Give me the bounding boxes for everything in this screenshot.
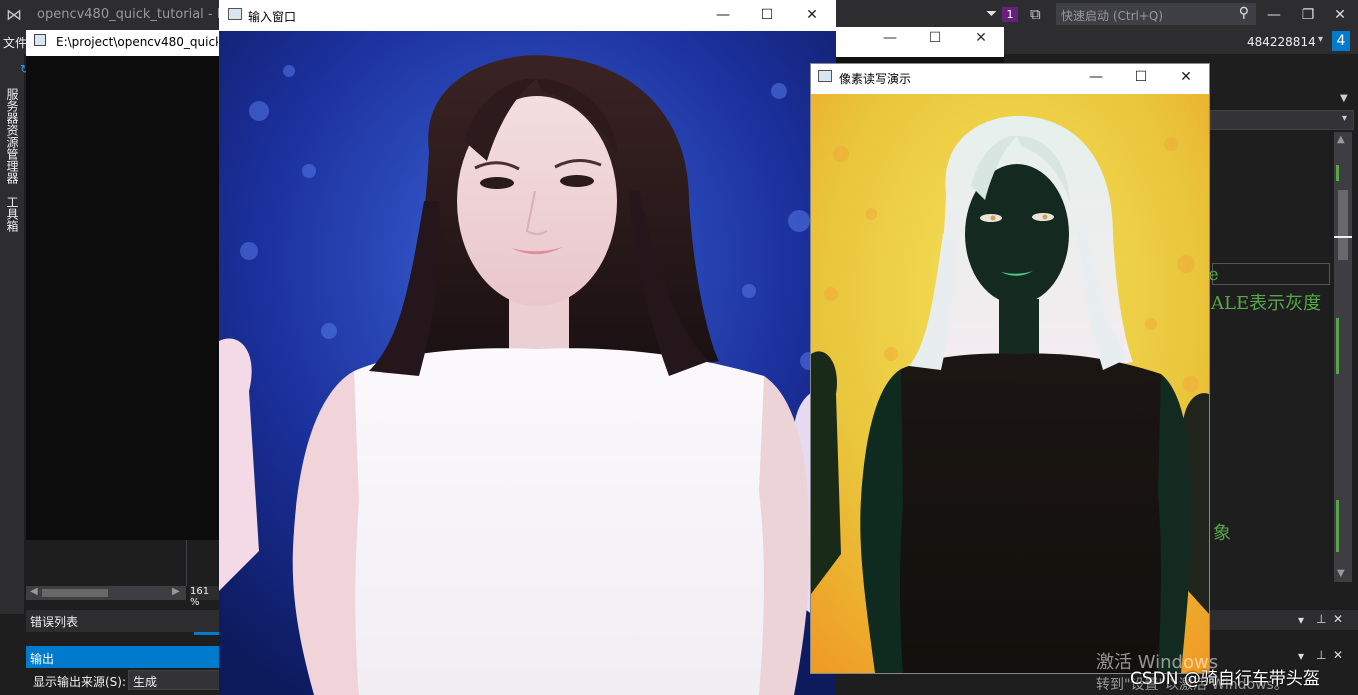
chevron-down-icon[interactable]: ▾ [1298,649,1304,663]
scrollbar-thumb[interactable] [42,589,108,597]
scroll-right-icon[interactable]: ▶ [172,586,180,597]
pin-icon[interactable]: ⊥ [1316,648,1326,662]
vs-minimize-button[interactable]: — [1260,4,1288,26]
change-marker [1336,165,1339,181]
code-comment: ALE表示灰度 [1211,293,1322,314]
code-comment: 象 [1213,523,1231,544]
csdn-watermark: CSDN @骑自行车带头盔 [1130,669,1320,689]
close-icon[interactable]: ✕ [1333,648,1343,662]
pixel-demo-window-title: 像素读写演示 [839,72,912,86]
scroll-down-icon[interactable]: ▼ [1337,568,1345,579]
divider [186,540,187,586]
chevron-down-icon[interactable]: ▾ [1318,34,1323,45]
tab-server-explorer[interactable]: 服务器资源管理器 [4,88,21,184]
zoom-level[interactable]: 161 % [190,586,220,608]
menu-file[interactable]: 文件 [3,34,27,51]
editor-area [26,540,220,586]
scrollbar-thumb[interactable] [1338,190,1348,260]
window-icon [818,70,832,82]
minimize-button[interactable]: — [1081,67,1111,87]
bg-maximize-button[interactable]: ☐ [923,30,947,46]
search-icon[interactable]: ⚲ [1239,5,1249,21]
inverted-image [811,94,1209,673]
scroll-left-icon[interactable]: ◀ [30,586,38,597]
tab-toolbox[interactable]: 工具箱 [4,196,21,232]
close-icon[interactable]: ✕ [1333,612,1343,626]
close-button[interactable]: ✕ [1171,67,1201,87]
tab-underline [194,632,220,635]
change-marker [1336,318,1339,374]
vs-restore-button[interactable]: ❐ [1294,4,1322,26]
scroll-position-marker [1334,236,1352,238]
change-marker [1336,500,1339,552]
member-dropdown[interactable] [1210,110,1354,130]
quick-launch-placeholder: 快速启动 (Ctrl+Q) [1061,9,1164,23]
user-badge[interactable]: 4 [1332,31,1350,51]
chevron-down-icon[interactable]: ▾ [1298,613,1304,627]
maximize-button[interactable]: ☐ [1126,67,1156,87]
output-source-select[interactable]: 生成 [128,670,220,690]
portrait-photo [219,31,836,695]
input-window-title: 输入窗口 [248,10,297,24]
input-image [219,31,836,695]
user-account[interactable]: 484228814 [1247,35,1316,49]
highlighted-line [1212,263,1330,285]
error-list-label: 错误列表 [30,615,79,629]
console-body [26,56,220,540]
close-button[interactable]: ✕ [797,5,827,25]
input-window-title-bar[interactable] [219,0,836,31]
output-label: 输出 [30,652,55,666]
output-source-label: 显示输出来源(S): [33,675,127,689]
console-title: E:\project\opencv480_quick_tutorial [56,35,218,49]
bg-close-button[interactable]: ✕ [969,30,993,46]
output-panel-header[interactable] [26,646,220,668]
inverted-portrait-photo [811,94,1209,673]
chevron-down-icon[interactable]: ▾ [1342,113,1347,124]
chevron-down-icon[interactable]: ▼ [1340,93,1348,104]
vs-window-title: opencv480_quick_tutorial - Mic [37,7,239,22]
maximize-button[interactable]: ☐ [752,5,782,25]
scroll-up-icon[interactable]: ▲ [1337,134,1345,145]
pin-icon[interactable]: ⊥ [1316,612,1326,626]
window-icon [228,8,242,20]
minimize-button[interactable]: — [708,5,738,25]
quick-launch-input[interactable]: 快速启动 (Ctrl+Q) ⚲ [1056,3,1256,25]
bg-minimize-button[interactable]: — [878,30,902,46]
console-window-icon [34,34,46,46]
visual-studio-icon: ⋈ [6,5,22,24]
vs-close-button[interactable]: ✕ [1326,4,1354,26]
feedback-icon[interactable]: ⧉ [1030,5,1041,23]
notification-filter-icon[interactable]: ⏷ [986,6,997,22]
notification-badge[interactable]: 1 [1002,7,1018,22]
